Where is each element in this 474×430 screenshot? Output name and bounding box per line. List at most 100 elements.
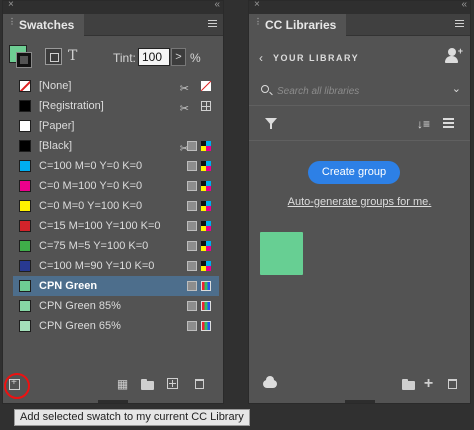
collapse-panel-button[interactable]: « [214, 0, 219, 10]
panel-resize-handle[interactable] [98, 400, 128, 403]
swatch-chip [19, 300, 31, 312]
stage: × « ⋮ Swatches T Tint: 100 > % [None] ✂ [0, 0, 474, 430]
swatches-panel: × « ⋮ Swatches T Tint: 100 > % [None] ✂ [2, 0, 224, 404]
tab-swatches[interactable]: ⋮ Swatches [3, 14, 85, 36]
swatch-row-black[interactable]: [Black] ✂ [13, 136, 219, 156]
swatch-chip [19, 120, 31, 132]
swatch-name: CPN Green [39, 280, 98, 292]
tint-input[interactable]: 100 [138, 48, 170, 66]
swatch-name: [Paper] [39, 120, 75, 132]
swatch-row-cpn-green[interactable]: CPN Green [13, 276, 219, 296]
swatch-chip [19, 320, 31, 332]
library-toolbar: ↓≡ [249, 105, 470, 141]
chevron-down-icon[interactable]: ⌄ [452, 82, 461, 95]
lab-mode-icon [201, 321, 211, 331]
back-chevron-icon[interactable]: ‹ [259, 51, 263, 65]
swatch-views-icon[interactable]: ▦ [116, 378, 129, 390]
tint-slider-button[interactable]: > [171, 48, 186, 66]
cmyk-mode-icon [201, 201, 211, 211]
swatch-name: CPN Green 65% [39, 320, 121, 332]
swatches-bottom-toolbar: ▦ [3, 373, 223, 397]
process-color-icon [187, 321, 197, 331]
new-group-button[interactable] [402, 378, 415, 390]
process-color-icon [187, 221, 197, 231]
trash-icon [448, 379, 457, 389]
swatch-chip [19, 220, 31, 232]
create-group-button[interactable]: Create group [308, 161, 400, 184]
new-color-group-button[interactable] [141, 378, 154, 390]
swatch-chip [19, 200, 31, 212]
folder-icon [141, 379, 154, 390]
formatting-container-icon[interactable] [45, 48, 62, 65]
folder-icon [402, 379, 415, 390]
swatch-name: [Black] [39, 140, 73, 152]
library-search: ⌄ [257, 80, 463, 102]
panel-top-strip: × « [249, 0, 470, 14]
panel-top-strip: × « [3, 0, 223, 14]
delete-button[interactable] [446, 378, 459, 390]
process-color-icon [187, 181, 197, 191]
sort-icon[interactable]: ↓≡ [417, 117, 430, 131]
process-color-icon [187, 201, 197, 211]
swatch-name: C=0 M=0 Y=100 K=0 [39, 200, 143, 212]
swatch-list: [None] ✂ [Registration] ✂ [Paper] [Black… [13, 76, 219, 336]
swatch-row-cpn-green-85[interactable]: CPN Green 85% [13, 296, 219, 316]
stroke-color-box[interactable] [16, 52, 32, 68]
tab-bar: ⋮ Swatches [3, 14, 223, 36]
panel-menu-icon[interactable] [208, 20, 217, 29]
library-name[interactable]: YOUR LIBRARY [273, 53, 359, 63]
lab-mode-icon [201, 301, 211, 311]
swatch-row-blue[interactable]: C=100 M=90 Y=10 K=0 [13, 256, 219, 276]
delete-swatch-button[interactable] [193, 378, 206, 390]
collapse-panel-button[interactable]: « [461, 0, 466, 10]
swatch-row-cyan[interactable]: C=100 M=0 Y=0 K=0 [13, 156, 219, 176]
new-swatch-button[interactable] [167, 378, 180, 390]
swatch-chip [19, 280, 31, 292]
search-input[interactable] [277, 82, 437, 100]
swatch-row-green[interactable]: C=75 M=5 Y=100 K=0 [13, 236, 219, 256]
tab-cc-libraries[interactable]: ⋮ CC Libraries [249, 14, 347, 36]
swatch-name: C=75 M=5 Y=100 K=0 [39, 240, 149, 252]
grip-icon: ⋮ [8, 17, 16, 26]
swatch-row-red[interactable]: C=15 M=100 Y=100 K=0 [13, 216, 219, 236]
process-color-icon [187, 241, 197, 251]
swatch-chip [19, 100, 31, 112]
process-color-icon [187, 261, 197, 271]
formatting-text-icon[interactable]: T [68, 48, 77, 64]
list-view-icon[interactable] [443, 118, 454, 130]
process-color-icon [187, 141, 197, 151]
cmyk-mode-icon [201, 141, 211, 151]
cmyk-mode-icon [201, 221, 211, 231]
auto-generate-groups-link[interactable]: Auto-generate groups for me. [249, 196, 470, 208]
cmyk-mode-icon [201, 181, 211, 191]
swatch-name: C=100 M=0 Y=0 K=0 [39, 160, 143, 172]
swatch-chip [19, 160, 31, 172]
cloud-icon[interactable] [263, 376, 277, 388]
cmyk-mode-icon [201, 261, 211, 271]
swatch-row-paper[interactable]: [Paper] [13, 116, 219, 136]
swatch-row-none[interactable]: [None] ✂ [13, 76, 219, 96]
swatch-controls: T Tint: 100 > % [3, 37, 223, 75]
panel-resize-handle[interactable] [344, 400, 375, 403]
process-color-icon [187, 161, 197, 171]
add-content-icon[interactable]: + [422, 376, 435, 392]
filter-icon[interactable] [265, 118, 277, 129]
tab-label: Swatches [19, 18, 75, 32]
tab-label: CC Libraries [265, 18, 337, 32]
tint-percent-label: % [190, 51, 201, 65]
close-panel-button[interactable]: × [254, 0, 260, 10]
swatch-row-cpn-green-65[interactable]: CPN Green 65% [13, 316, 219, 336]
registration-type-icon [201, 101, 211, 111]
swatch-name: CPN Green 85% [39, 300, 121, 312]
swatch-row-yellow[interactable]: C=0 M=0 Y=100 K=0 [13, 196, 219, 216]
swatch-row-registration[interactable]: [Registration] ✂ [13, 96, 219, 116]
cmyk-mode-icon [201, 241, 211, 251]
process-color-icon [187, 281, 197, 291]
library-color-swatch[interactable] [260, 232, 303, 275]
tint-label: Tint: [113, 51, 136, 65]
swatch-row-magenta[interactable]: C=0 M=100 Y=0 K=0 [13, 176, 219, 196]
library-header: ‹ YOUR LIBRARY + [249, 37, 470, 81]
invite-people-icon[interactable]: + [444, 46, 463, 63]
panel-menu-icon[interactable] [455, 20, 464, 29]
close-panel-button[interactable]: × [8, 0, 14, 10]
